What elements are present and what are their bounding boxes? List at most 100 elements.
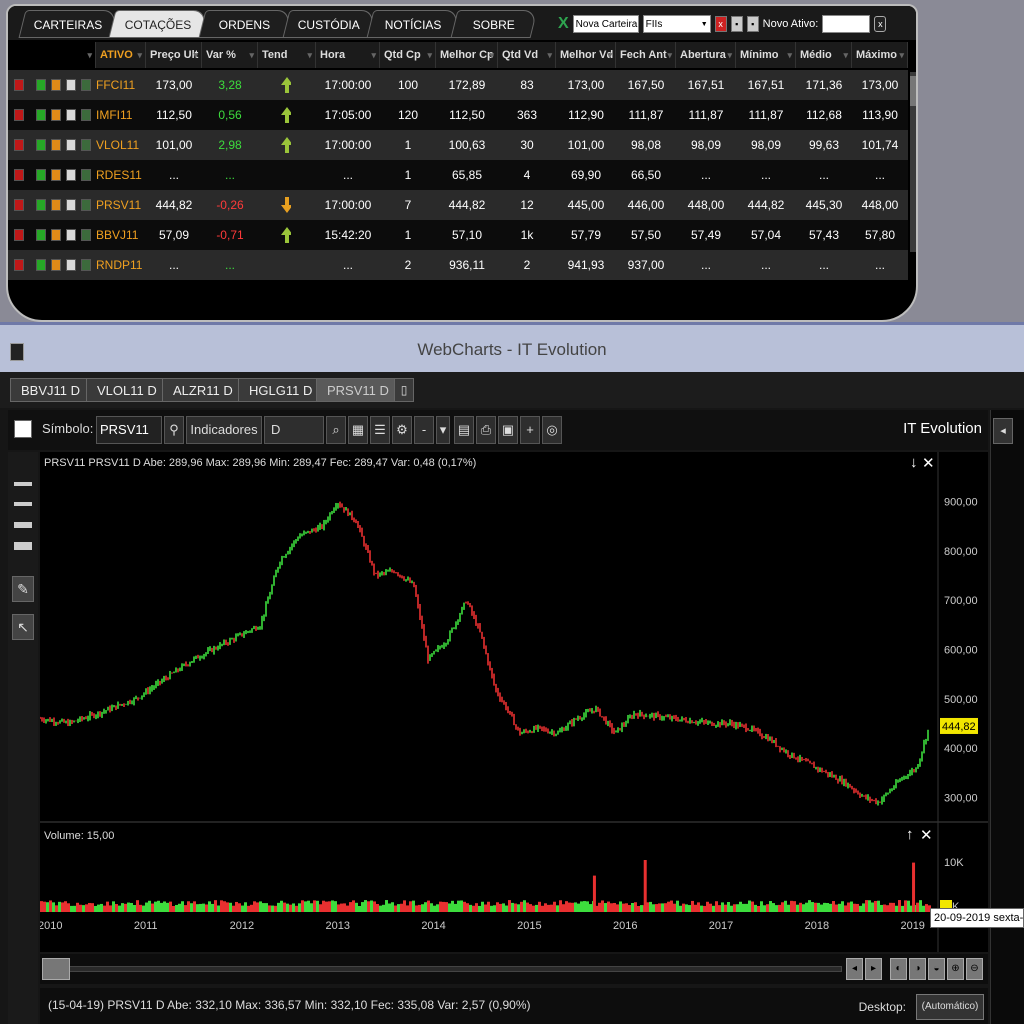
detail-icon[interactable] (66, 229, 76, 241)
chart-tab-vlol11[interactable]: VLOL11 D (86, 378, 168, 402)
detail-icon[interactable] (66, 259, 76, 271)
graph-icon[interactable] (81, 199, 91, 211)
close-panel-icon[interactable]: ✕ (922, 454, 935, 472)
detail-icon[interactable] (66, 139, 76, 151)
quote-row[interactable]: FFCI11 173,00 3,28 17:00:00 100 172,89 83 173,0… (8, 70, 908, 100)
timeline-track[interactable] (42, 966, 842, 972)
graph-icon[interactable] (81, 139, 91, 151)
export-icon[interactable]: ▣ (498, 416, 518, 444)
refresh-icon[interactable]: ◎ (542, 416, 562, 444)
quote-row[interactable]: RNDP11......... 2 936,11 2 941,93 937,00.....… (8, 250, 908, 280)
new-portfolio-input[interactable]: Nova Carteira (572, 15, 639, 33)
col-maximo[interactable]: Máximo (852, 42, 908, 68)
remove-icon[interactable] (14, 169, 24, 181)
move-up-icon[interactable]: ↑ (906, 826, 914, 843)
remove-icon[interactable] (14, 199, 24, 211)
graph-icon[interactable] (81, 79, 91, 91)
layout-icon[interactable]: ▤ (454, 416, 474, 444)
quote-row[interactable]: RDES11......... 1 65,85 4 69,90 66,50........… (8, 160, 908, 190)
book-icon[interactable] (51, 79, 61, 91)
remove-icon[interactable] (14, 139, 24, 151)
tab-custodia[interactable]: CUSTÓDIA (282, 10, 376, 38)
zoom-minus-icon[interactable]: ⊖ (966, 958, 983, 980)
quotes-scrollbar[interactable] (910, 72, 916, 252)
settings-icon[interactable]: ⚙ (392, 416, 412, 444)
quote-row[interactable]: IMFI11 112,50 0,56 17:05:00 120 112,50 363 112,… (8, 100, 908, 130)
detail-icon[interactable] (66, 109, 76, 121)
graph-icon[interactable] (81, 259, 91, 271)
col-qtd-cp[interactable]: Qtd Cp (380, 42, 436, 68)
chart-icon[interactable] (36, 169, 46, 181)
book-icon[interactable] (51, 109, 61, 121)
timeline-thumb[interactable] (42, 958, 70, 980)
remove-icon[interactable] (14, 109, 24, 121)
chart-icon[interactable] (36, 229, 46, 241)
remove-icon[interactable] (14, 259, 24, 271)
zoom-out-icon[interactable]: ◐ (890, 958, 907, 980)
chart-icon[interactable] (36, 109, 46, 121)
col-fech-ant[interactable]: Fech Ant (616, 42, 676, 68)
minus-button[interactable]: - (414, 416, 434, 444)
edit-icon[interactable]: ▪ (746, 16, 759, 32)
move-down-icon[interactable]: ↓ (910, 454, 918, 471)
col-ativo[interactable]: ATIVO (96, 42, 146, 68)
book-icon[interactable] (51, 169, 61, 181)
list-icon[interactable]: ☰ (370, 416, 390, 444)
col-minimo[interactable]: Mínimo (736, 42, 796, 68)
chart-icon[interactable] (36, 199, 46, 211)
zoom-fit-icon[interactable]: ◑ (909, 958, 926, 980)
tab-sobre[interactable]: SOBRE (450, 10, 538, 38)
print-icon[interactable]: ⎙ (476, 416, 496, 444)
graph-icon[interactable] (81, 109, 91, 121)
remove-icon[interactable] (14, 229, 24, 241)
chart-tab-hglg11[interactable]: HGLG11 D (238, 378, 324, 402)
new-asset-input[interactable] (822, 15, 871, 33)
chart-tab-bbvj11[interactable]: BBVJ11 D (10, 378, 92, 402)
toggle-checkbox[interactable] (14, 420, 32, 438)
scroll-right-icon[interactable]: ▸ (865, 958, 882, 980)
chart-tab-prsv11[interactable]: PRSV11 D (316, 378, 400, 402)
detail-icon[interactable] (66, 79, 76, 91)
book-icon[interactable] (51, 199, 61, 211)
col-medio[interactable]: Médio (796, 42, 852, 68)
book-icon[interactable] (51, 139, 61, 151)
excel-icon[interactable]: X (558, 15, 569, 33)
col-melhor-cp[interactable]: Melhor Cp (436, 42, 498, 68)
indicators-button[interactable]: Indicadores (186, 416, 262, 444)
chart-area[interactable]: 900,00 800,00 700,00 600,00 500,00 400,00 300,… (40, 452, 988, 952)
dropdown-icon[interactable]: ▾ (436, 416, 450, 444)
quote-row[interactable]: BBVJ11 57,09 -0,71 15:42:20 1 57,10 1k 57,79 57,… (8, 220, 908, 250)
add-asset-button[interactable]: x (874, 16, 887, 32)
col-abertura[interactable]: Abertura (676, 42, 736, 68)
book-icon[interactable] (51, 259, 61, 271)
graph-icon[interactable] (81, 169, 91, 181)
zoom-reset-icon[interactable]: ◒ (928, 958, 945, 980)
compare-icon[interactable]: ▦ (348, 416, 368, 444)
col-var[interactable]: Var % (202, 42, 258, 68)
col-tend[interactable]: Tend (258, 42, 316, 68)
add-icon[interactable]: + (520, 416, 540, 444)
quote-row[interactable]: VLOL11 101,00 2,98 17:00:00 1 100,63 30 101,00 9… (8, 130, 908, 160)
symbol-input[interactable]: PRSV11 (96, 416, 162, 444)
zoom-icon[interactable]: ⌕ (326, 416, 346, 444)
chart-icon[interactable] (36, 259, 46, 271)
close-volume-icon[interactable]: ✕ (920, 826, 933, 844)
tab-carteiras[interactable]: CARTEIRAS (18, 10, 118, 38)
col-qtd-vd[interactable]: Qtd Vd (498, 42, 556, 68)
graph-icon[interactable] (81, 229, 91, 241)
quote-row[interactable]: PRSV11 444,82 -0,26 17:00:00 7 444,82 12 445,00… (8, 190, 908, 220)
book-icon[interactable] (51, 229, 61, 241)
tab-cotacoes[interactable]: COTAÇÕES (108, 10, 208, 38)
tab-ordens[interactable]: ORDENS (198, 10, 292, 38)
zoom-in-icon[interactable]: ⊕ (947, 958, 964, 980)
wrench-icon[interactable]: ✎ (12, 576, 34, 602)
tab-noticias[interactable]: NOTÍCIAS (366, 10, 460, 38)
col-hora[interactable]: Hora (316, 42, 380, 68)
price-chart[interactable]: 900,00 800,00 700,00 600,00 500,00 400,00 300,… (40, 452, 988, 952)
symbol-search-icon[interactable]: ⚲ (164, 416, 184, 444)
scrollbar-thumb[interactable] (910, 76, 916, 106)
new-tab-icon[interactable]: ▯ (394, 378, 414, 402)
line-style-medium[interactable] (14, 502, 32, 506)
desktop-select[interactable]: (Automático) (916, 994, 984, 1020)
period-select[interactable]: D (264, 416, 324, 444)
